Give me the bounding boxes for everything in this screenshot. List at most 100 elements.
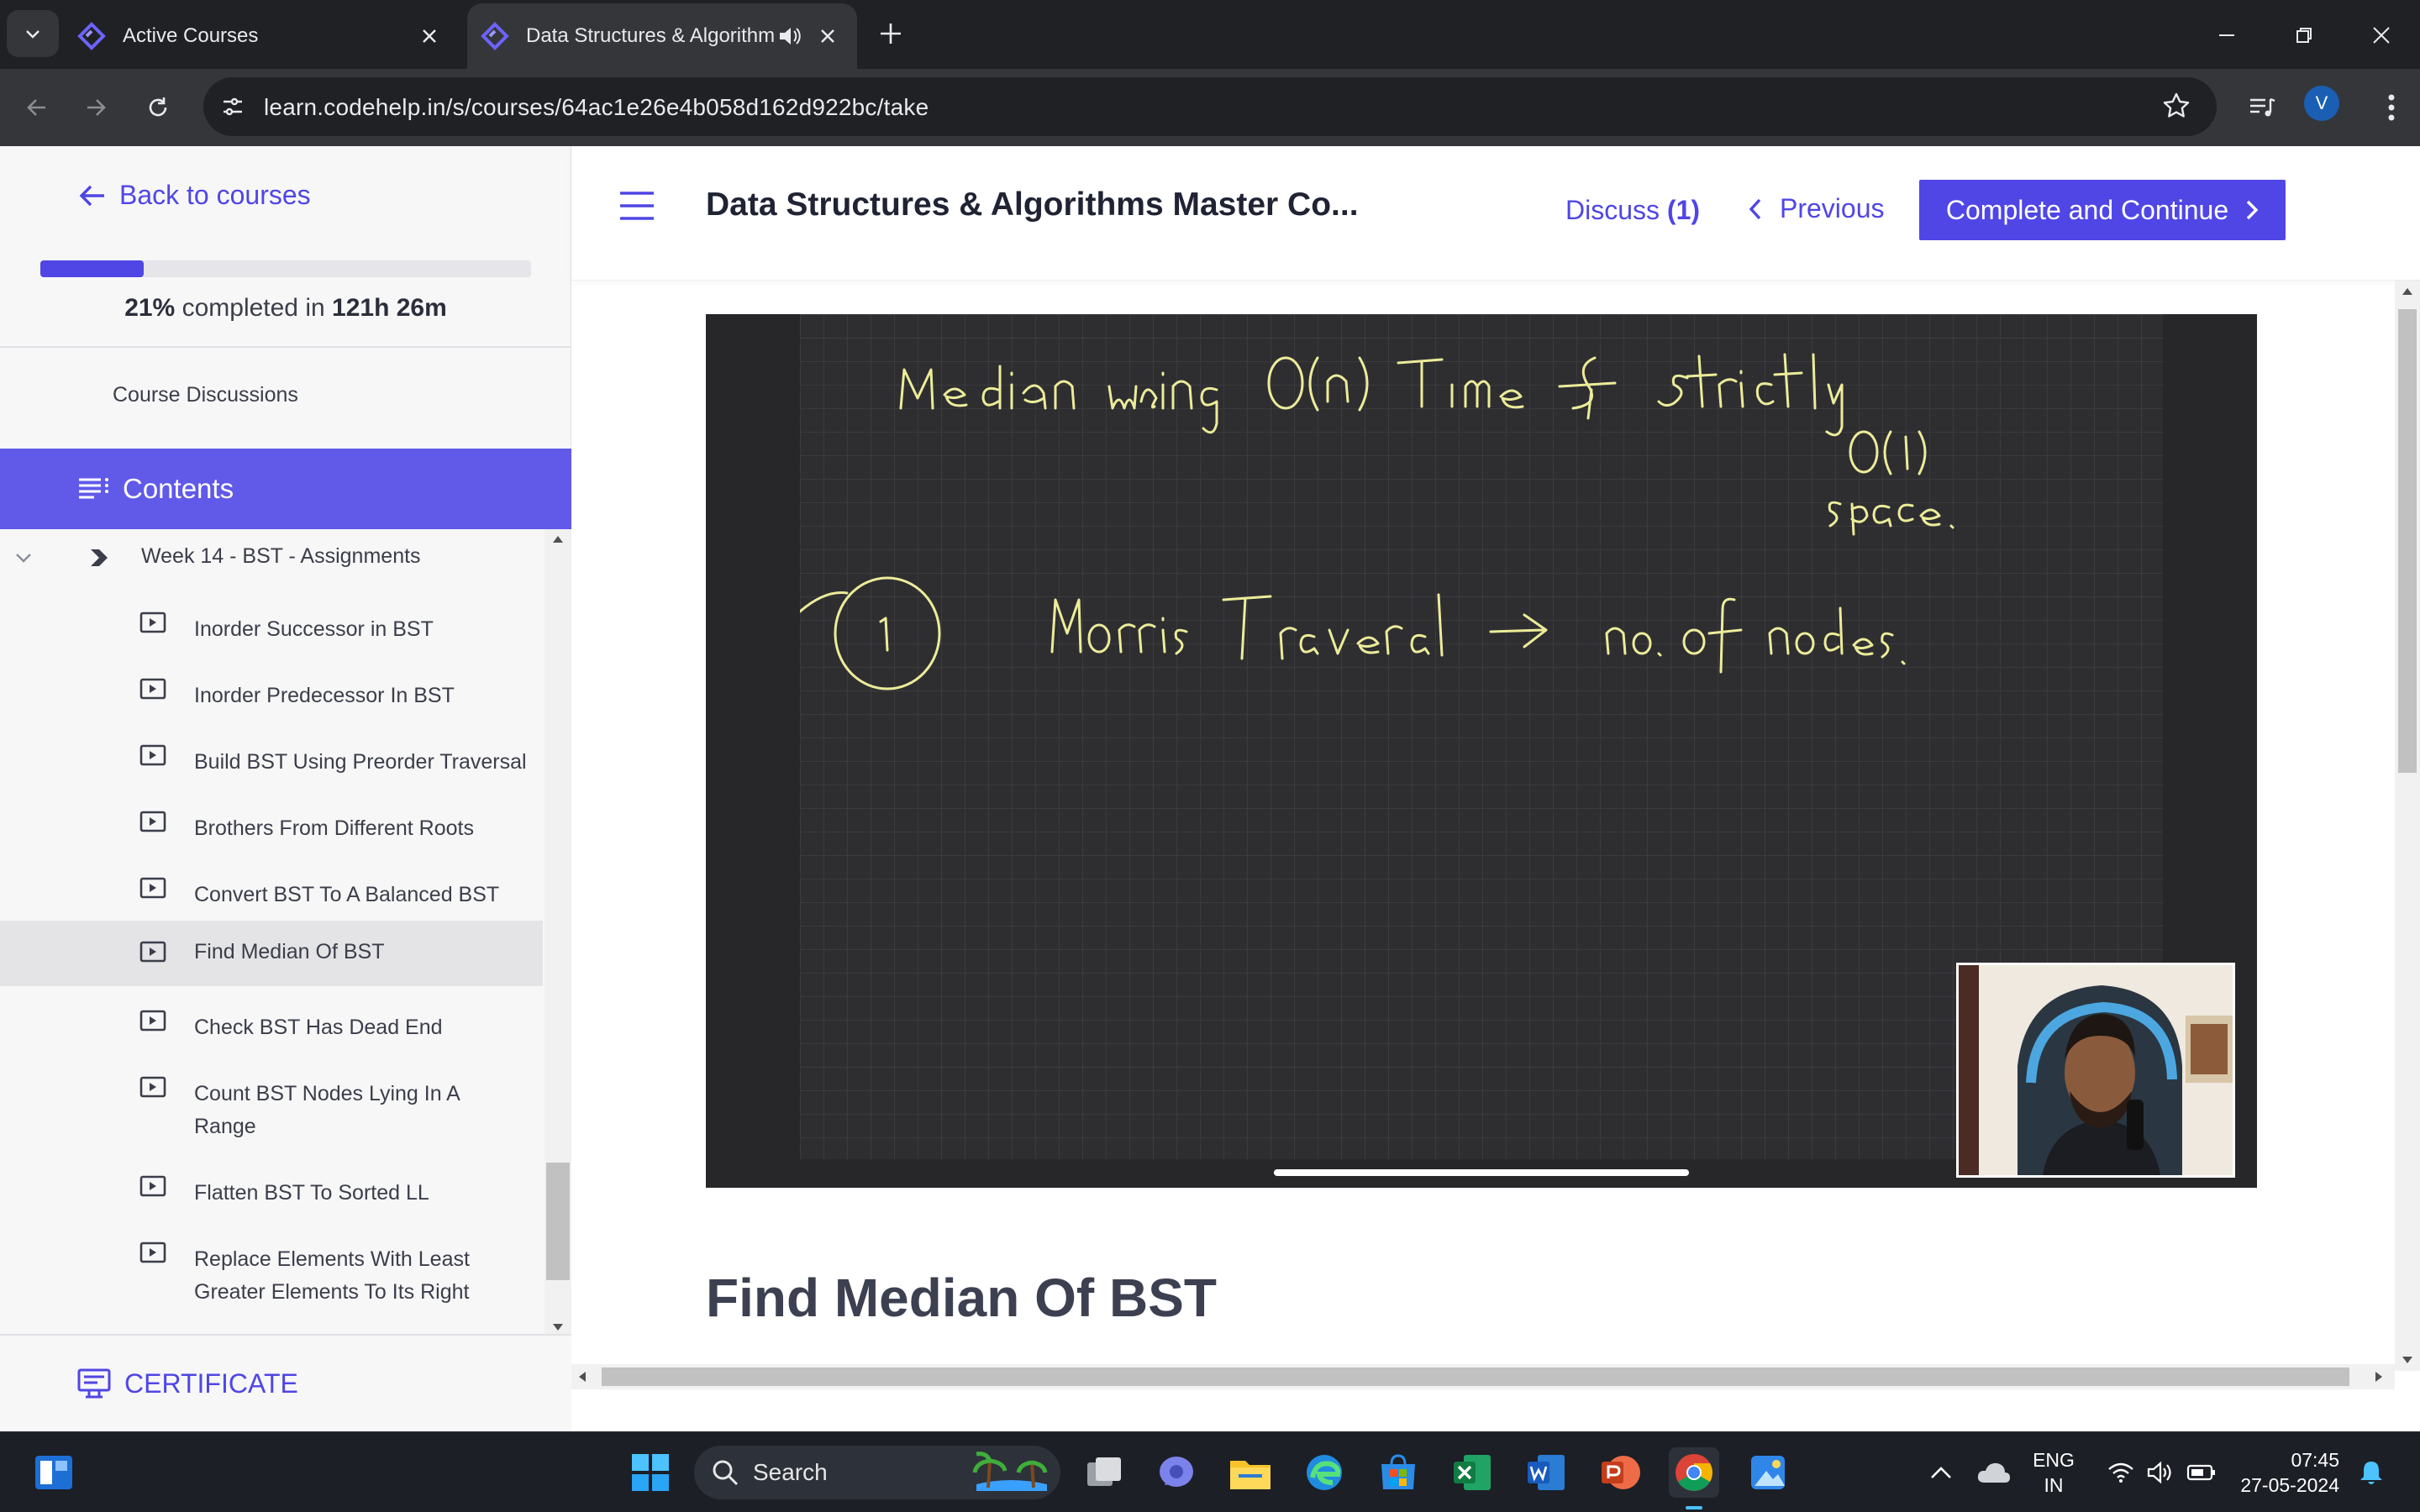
lesson-item[interactable]: Build BST Using Preorder Traversal (0, 736, 543, 790)
tab-active-courses[interactable]: Active Courses (77, 3, 455, 69)
widgets-icon[interactable] (29, 1447, 79, 1498)
certificate-link[interactable]: CERTIFICATE (0, 1334, 571, 1431)
close-tab-icon[interactable] (417, 24, 442, 49)
video-lesson-icon (139, 941, 166, 963)
tab-dsa-course[interactable]: Data Structures & Algorithms Master Cour… (467, 3, 857, 69)
complete-and-continue-button[interactable]: Complete and Continue (1919, 180, 2286, 240)
contents-header[interactable]: Contents (0, 449, 571, 529)
teams-chat-icon[interactable] (1151, 1447, 1202, 1498)
lesson-title: Inorder Successor in BST (194, 617, 434, 641)
lesson-title: Check BST Has Dead End (194, 1016, 443, 1039)
tab-search-button[interactable] (7, 10, 59, 57)
tab-title: Data Structures & Algorithms Master Cour… (526, 24, 775, 47)
scroll-up-icon[interactable] (2402, 287, 2413, 296)
site-settings-icon[interactable] (218, 92, 247, 121)
new-tab-icon[interactable] (876, 18, 906, 49)
lesson-title: Convert BST To A Balanced BST (194, 883, 500, 906)
scroll-down-icon[interactable] (2402, 1356, 2413, 1364)
main-scroll-thumb[interactable] (2398, 309, 2417, 773)
photos-app-icon[interactable] (1743, 1447, 1793, 1498)
course-sidebar: Back to courses 21% completed in 121h 26… (0, 146, 571, 1480)
lesson-item[interactable]: Brothers From Different Roots (0, 802, 543, 856)
task-view-icon[interactable] (1079, 1447, 1129, 1498)
scroll-down-icon[interactable] (551, 1322, 565, 1332)
hamburger-menu-icon[interactable] (618, 190, 655, 222)
scroll-right-icon[interactable] (2375, 1371, 2383, 1383)
back-to-courses-link[interactable]: Back to courses (77, 180, 311, 211)
codehelp-logo-icon (481, 22, 509, 50)
start-windows-icon[interactable] (625, 1447, 676, 1498)
progress-percent: 21% (124, 294, 176, 322)
bookmark-star-icon[interactable] (2161, 91, 2191, 121)
course-title: Data Structures & Algorithms Master Co..… (706, 186, 1359, 223)
minimize-icon[interactable] (2210, 18, 2244, 52)
sidebar-scroll-thumb[interactable] (546, 1163, 570, 1280)
url-bar[interactable]: learn.codehelp.in/s/courses/64ac1e26e4b0… (203, 77, 2217, 136)
lesson-title: Inorder Predecessor In BST (194, 684, 455, 707)
video-lesson-icon (139, 1010, 166, 1032)
lesson-title: Count BST Nodes Lying In A Range (194, 1082, 460, 1138)
section-header-week-14[interactable]: Week 14 - BST - Assignments (0, 529, 543, 586)
main-vertical-scrollbar[interactable] (2395, 281, 2420, 1371)
speaker-icon[interactable] (776, 24, 802, 49)
previous-link[interactable]: Previous (1748, 193, 1885, 224)
lesson-item[interactable]: Flatten BST To Sorted LL (0, 1167, 543, 1221)
taskbar-search-box[interactable]: Search (694, 1446, 1060, 1499)
browser-tab-bar: Active Courses Data Structures & Algorit… (0, 0, 2420, 69)
lesson-item[interactable]: Convert BST To A Balanced BST (0, 869, 543, 922)
scroll-up-icon[interactable] (551, 534, 565, 544)
restore-icon[interactable] (2287, 18, 2321, 52)
profile-avatar[interactable]: V (2304, 86, 2339, 121)
chevron-down-icon[interactable] (13, 548, 34, 568)
horizontal-scroll-thumb[interactable] (602, 1368, 2349, 1386)
lesson-item[interactable]: Inorder Predecessor In BST (0, 669, 543, 723)
scroll-left-icon[interactable] (578, 1371, 587, 1383)
language-indicator[interactable]: ENG IN (2027, 1447, 2081, 1498)
close-window-icon[interactable] (2365, 18, 2398, 52)
page-content: Back to courses 21% completed in 121h 26… (0, 146, 2420, 1480)
lesson-item[interactable]: Check BST Has Dead End (0, 1001, 543, 1055)
lesson-title-heading: Find Median Of BST (706, 1268, 1217, 1328)
progress-fill (40, 260, 144, 277)
lesson-item[interactable]: Replace Elements With Least Greater Elem… (0, 1233, 543, 1314)
lesson-item-active[interactable]: Find Median Of BST (0, 921, 543, 986)
main-horizontal-scrollbar[interactable] (571, 1364, 2395, 1389)
progress-middle: completed in (182, 294, 325, 322)
language-code: ENG (2033, 1449, 2075, 1471)
system-clock[interactable]: 07:45 27-05-2024 (2222, 1447, 2339, 1498)
word-icon[interactable] (1521, 1447, 1571, 1498)
edge-browser-icon[interactable] (1299, 1447, 1349, 1498)
contents-label: Contents (123, 473, 234, 504)
video-lesson-icon (139, 877, 166, 899)
instructor-webcam-overlay (1956, 963, 2235, 1178)
arrow-left-icon (79, 185, 104, 206)
lesson-title: Brothers From Different Roots (194, 816, 474, 840)
close-tab-icon[interactable] (815, 24, 840, 49)
lesson-item[interactable]: Inorder Successor in BST (0, 603, 543, 657)
file-explorer-icon[interactable] (1225, 1447, 1276, 1498)
video-progress-handle[interactable] (1274, 1169, 1689, 1176)
microsoft-store-icon[interactable] (1373, 1447, 1423, 1498)
battery-icon[interactable] (2176, 1447, 2227, 1498)
powerpoint-icon[interactable] (1595, 1447, 1645, 1498)
course-discussions-link[interactable]: Course Discussions (113, 383, 298, 407)
back-arrow-icon[interactable] (20, 91, 54, 124)
list-icon (79, 478, 108, 499)
media-controls-icon[interactable] (2245, 91, 2279, 124)
video-player[interactable] (706, 314, 2257, 1188)
excel-icon[interactable] (1447, 1447, 1497, 1498)
chevron-up-icon[interactable] (1916, 1447, 1966, 1498)
notification-bell-icon[interactable] (2346, 1447, 2396, 1498)
chevron-down-icon (26, 30, 39, 39)
onedrive-cloud-icon[interactable] (1968, 1447, 2018, 1498)
chrome-icon[interactable] (1669, 1447, 1719, 1498)
discuss-link[interactable]: Discuss (1) (1565, 195, 1700, 226)
forward-arrow-icon[interactable] (79, 91, 113, 124)
lesson-title: Replace Elements With Least Greater Elem… (194, 1247, 470, 1304)
more-menu-icon[interactable] (2375, 91, 2408, 124)
reload-icon[interactable] (141, 91, 175, 124)
browser-toolbar: learn.codehelp.in/s/courses/64ac1e26e4b0… (0, 69, 2420, 146)
lesson-item[interactable]: Count BST Nodes Lying In A Range (0, 1068, 543, 1148)
progress-time: 121h 26m (332, 294, 447, 322)
lesson-title: Find Median Of BST (194, 940, 385, 963)
